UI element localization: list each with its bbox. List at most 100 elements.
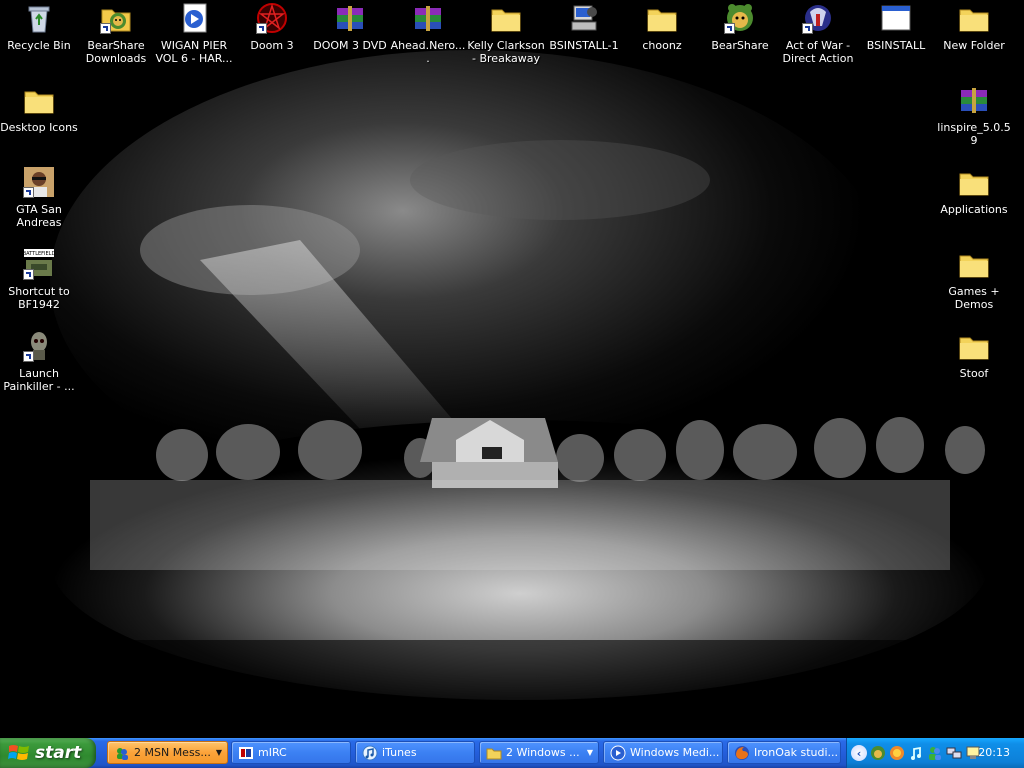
installer-icon — [568, 2, 600, 34]
shortcut-arrow-icon — [23, 269, 34, 280]
task-label: iTunes — [382, 746, 417, 759]
desktop-wallpaper — [0, 0, 1024, 738]
desktop-icon-label: Applications — [940, 203, 1008, 216]
task-label: Windows Medi... — [630, 746, 720, 759]
desktop-icon-linspire[interactable]: linspire_5.0.59 — [935, 84, 1013, 147]
system-tray: ‹ 20:13 — [846, 738, 1024, 768]
desktop-icon-stoof[interactable]: Stoof — [935, 330, 1013, 380]
task-button-itunes[interactable]: iTunes — [355, 741, 475, 764]
recycle-bin-icon — [23, 2, 55, 34]
desktop-icon-label: Games + Demos — [948, 285, 1000, 311]
desktop-icon-launch-painkiller[interactable]: Launch Painkiller - ... — [0, 330, 78, 393]
desktop-icon-label: BSINSTALL — [866, 39, 926, 52]
group-chevron-icon: ▼ — [215, 748, 222, 757]
windows-media-player-icon — [610, 745, 626, 761]
desktop-icon-games-demos[interactable]: Games + Demos — [935, 248, 1013, 311]
firefox-icon — [734, 745, 750, 761]
shortcut-arrow-icon — [256, 23, 267, 34]
desktop-icon-label: Desktop Icons — [0, 121, 78, 134]
shortcut-arrow-icon — [802, 23, 813, 34]
folder-icon — [490, 2, 522, 34]
msn-tray-icon[interactable] — [927, 745, 943, 761]
gta-icon — [23, 166, 55, 198]
winrar-archive-icon — [334, 2, 366, 34]
desktop-icon-bf1942[interactable]: BATTLEFIELD Shortcut to BF1942 — [0, 248, 78, 311]
desktop-icon-gta-san-andreas[interactable]: GTA San Andreas — [0, 166, 78, 229]
desktop-icon-ahead-nero[interactable]: Ahead.Nero.... — [389, 2, 467, 65]
battlefield-icon: BATTLEFIELD — [23, 248, 55, 280]
desktop-icon-label: DOOM 3 DVD — [313, 39, 387, 52]
task-button-msn-messenger[interactable]: 2 MSN Mess... ▼ — [107, 741, 228, 764]
folder-icon — [958, 248, 990, 280]
bearshare-icon — [724, 2, 756, 34]
desktop-icon-recycle-bin[interactable]: Recycle Bin — [0, 2, 78, 52]
task-button-windows-explorer[interactable]: 2 Windows ... ▼ — [479, 741, 599, 764]
shortcut-arrow-icon — [23, 187, 34, 198]
task-button-windows-media-player[interactable]: Windows Medi... — [603, 741, 723, 764]
desktop-icon-applications[interactable]: Applications — [935, 166, 1013, 216]
task-button-mirc[interactable]: mIRC — [231, 741, 351, 764]
folder-icon — [958, 166, 990, 198]
desktop-icon-bearshare-downloads[interactable]: BearShare Downloads — [77, 2, 155, 65]
svg-text:BATTLEFIELD: BATTLEFIELD — [23, 251, 55, 257]
desktop-icon-label: choonz — [642, 39, 682, 52]
folder-icon — [23, 84, 55, 116]
act-of-war-icon — [802, 2, 834, 34]
windows-flag-icon — [8, 745, 29, 760]
desktop-icon-label: BearShare — [711, 39, 769, 52]
winrar-archive-icon — [412, 2, 444, 34]
desktop-icon-doom-3-dvd[interactable]: DOOM 3 DVD — [311, 2, 389, 52]
shortcut-arrow-icon — [724, 23, 735, 34]
task-button-firefox[interactable]: IronOak studi... — [727, 741, 841, 764]
start-button[interactable]: start — [0, 738, 96, 768]
task-label: 2 MSN Mess... — [134, 746, 211, 759]
folder-icon — [646, 2, 678, 34]
clock[interactable]: 20:13 — [978, 746, 1010, 759]
desktop-icon-label: GTA San Andreas — [16, 203, 62, 229]
folder-icon — [958, 2, 990, 34]
desktop-icon-label: linspire_5.0.59 — [937, 121, 1011, 147]
desktop-icon-label: Stoof — [959, 367, 989, 380]
winrar-archive-icon — [958, 84, 990, 116]
desktop-icon-kelly-clarkson[interactable]: Kelly Clarkson - Breakaway — [467, 2, 545, 65]
desktop-icon-bsinstall[interactable]: BSINSTALL — [857, 2, 935, 52]
desktop-icon-wigan-pier[interactable]: WIGAN PIER VOL 6 - HAR... — [155, 2, 233, 65]
desktop-icon-doom-3[interactable]: Doom 3 — [233, 2, 311, 52]
media-file-icon — [178, 2, 210, 34]
network-tray-icon[interactable] — [946, 745, 962, 761]
folder-icon — [958, 330, 990, 362]
desktop-icon-bearshare[interactable]: BearShare — [701, 2, 779, 52]
desktop-icon-label: BearShare Downloads — [85, 39, 147, 65]
mirc-icon — [238, 745, 254, 761]
task-label: mIRC — [258, 746, 287, 759]
desktop-icon-new-folder[interactable]: New Folder — [935, 2, 1013, 52]
expand-tray-icon[interactable]: ‹ — [851, 745, 867, 761]
shortcut-arrow-icon — [23, 351, 34, 362]
desktop-icon-bsinstall-1[interactable]: BSINSTALL-1 — [545, 2, 623, 52]
painkiller-icon — [23, 330, 55, 362]
msn-messenger-icon — [114, 745, 130, 761]
group-chevron-icon: ▼ — [586, 748, 593, 757]
task-label: 2 Windows ... — [506, 746, 580, 759]
desktop-icon-label: Act of War - Direct Action — [782, 39, 854, 65]
desktop-icon-label: Doom 3 — [250, 39, 294, 52]
task-label: IronOak studi... — [754, 746, 839, 759]
desktop-icon-choonz[interactable]: choonz — [623, 2, 701, 52]
desktop-icon-desktop-icons[interactable]: Desktop Icons — [0, 84, 78, 134]
desktop-icon-label: Kelly Clarkson - Breakaway — [467, 39, 545, 65]
itunes-icon — [362, 745, 378, 761]
desktop-icon-label: Shortcut to BF1942 — [8, 285, 70, 311]
start-label: start — [35, 743, 82, 763]
bearshare-tray-icon[interactable] — [870, 745, 886, 761]
desktop-icon-act-of-war[interactable]: Act of War - Direct Action — [779, 2, 857, 65]
folder-icon — [486, 745, 502, 761]
bearshare-folder-icon — [100, 2, 132, 34]
desktop-icon-label: Ahead.Nero.... — [390, 39, 466, 65]
itunes-tray-icon[interactable] — [908, 745, 924, 761]
application-window-icon — [880, 2, 912, 34]
desktop-icon-label: WIGAN PIER VOL 6 - HAR... — [155, 39, 233, 65]
taskbar: start 2 MSN Mess... ▼ mIRC iTunes 2 Wind… — [0, 738, 1024, 768]
desktop-icon-label: BSINSTALL-1 — [549, 39, 619, 52]
desktop-icon-label: Recycle Bin — [7, 39, 71, 52]
firefox-tray-icon[interactable] — [889, 745, 905, 761]
